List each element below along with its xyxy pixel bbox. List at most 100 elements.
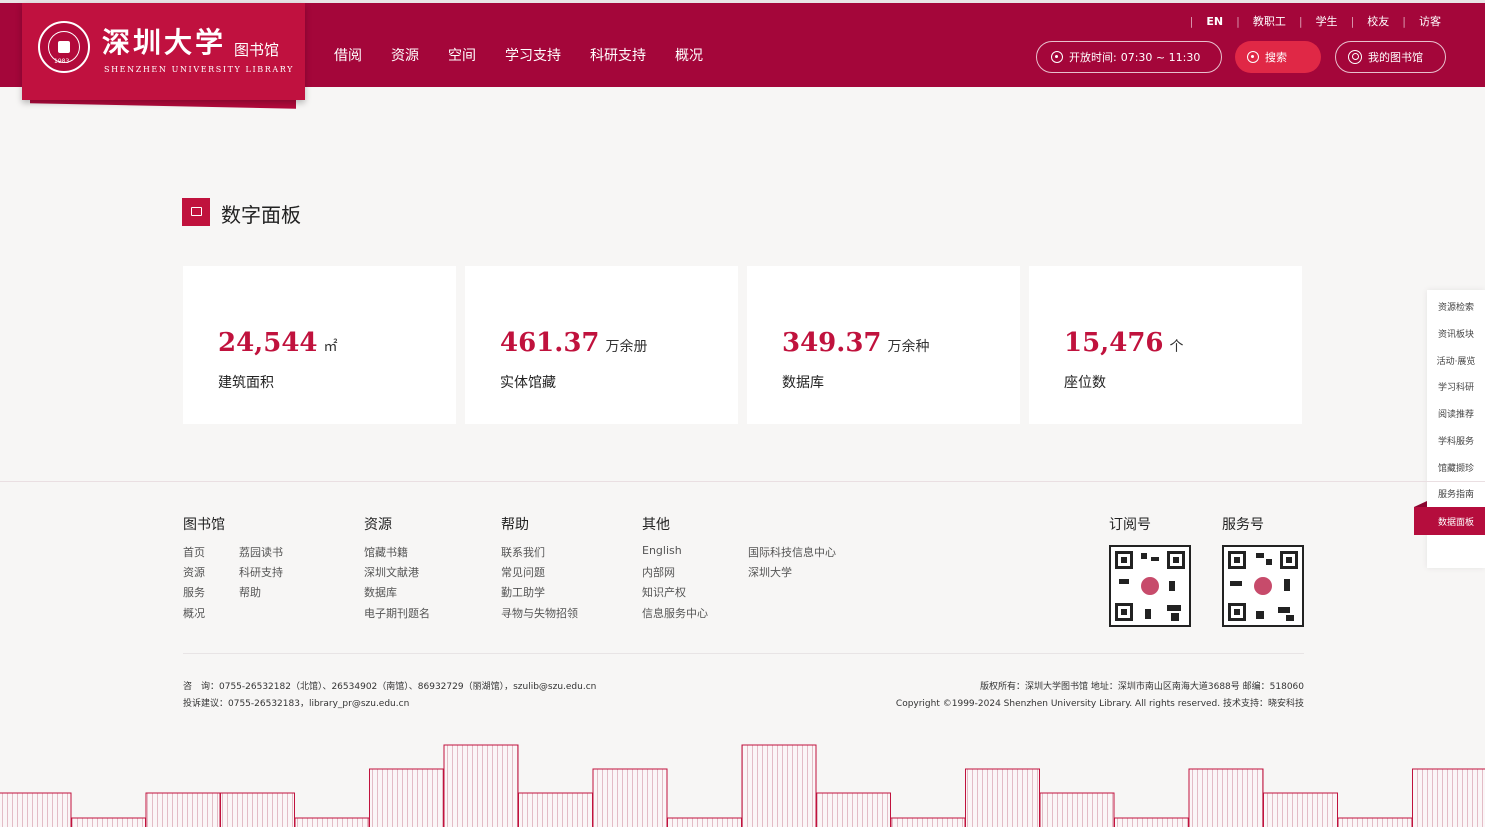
stat-label: 座位数 [1064, 375, 1106, 391]
role-en[interactable]: EN [1206, 15, 1223, 28]
stats-row: 24,544 ㎡ 建筑面积 461.37 万余册 实体馆藏 349.37 万余种 数据… [183, 266, 1302, 424]
library-logo[interactable]: 1983 深圳大学 图书馆 SHENZHEN UNIVERSITY LIBRAR… [22, 3, 305, 100]
nav-resources[interactable]: 资源 [391, 45, 419, 65]
my-library-label: 我的图书馆 [1368, 51, 1423, 64]
footer-complaint: 投诉建议：0755-26532183，library_pr@szu.edu.cn [183, 699, 410, 709]
search-icon [1247, 51, 1259, 63]
footer-divider [0, 481, 1485, 482]
footer-link-info-service[interactable]: 信息服务中心 [642, 605, 708, 621]
logo-chinese: 深圳大学 [102, 26, 227, 59]
side-item-resource-search[interactable]: 资源检索 [1427, 300, 1485, 313]
search-label: 搜索 [1265, 51, 1287, 64]
stat-value: 461.37 万余册 [500, 328, 648, 358]
footer-link-databases[interactable]: 数据库 [364, 584, 397, 600]
university-seal-icon: 1983 [38, 21, 90, 73]
stat-label: 实体馆藏 [500, 375, 556, 391]
side-item-subject-services[interactable]: 学科服务 [1427, 434, 1485, 447]
footer-link-english[interactable]: English [642, 544, 682, 557]
decoration-bar [890, 817, 966, 827]
footer-copyright: Copyright ©1999-2024 Shenzhen University… [895, 699, 1304, 709]
user-icon [1348, 50, 1362, 64]
stat-card-collection: 461.37 万余册 实体馆藏 [465, 266, 738, 424]
stat-unit: 个 [1169, 339, 1184, 355]
qr-service-title: 服务号 [1222, 517, 1264, 533]
footer-link-reading[interactable]: 荔园读书 [239, 544, 283, 560]
decoration-bar [369, 768, 444, 827]
decoration-bar [1263, 792, 1338, 827]
footer-link-research[interactable]: 科研支持 [239, 564, 283, 580]
role-alumni[interactable]: 校友 [1367, 13, 1389, 29]
logo-english: SHENZHEN UNIVERSITY LIBRARY [104, 65, 294, 74]
footer-link-help[interactable]: 帮助 [239, 584, 261, 600]
hours-value: 07:30 ~ 11:30 [1120, 50, 1201, 64]
side-item-news[interactable]: 资讯板块 [1427, 327, 1485, 340]
decoration-bar [741, 744, 817, 827]
main-nav: 借阅 资源 空间 学习支持 科研支持 概况 [334, 45, 732, 65]
role-visitor[interactable]: 访客 [1419, 13, 1441, 29]
decoration-bars [0, 744, 1485, 827]
footer-line [183, 653, 1304, 654]
logo-chinese-small: 图书馆 [234, 41, 280, 59]
seal-year: 1983 [54, 58, 70, 65]
search-button[interactable]: 搜索 [1235, 41, 1321, 73]
decoration-bar [1114, 817, 1189, 827]
footer-col-other-title: 其他 [642, 517, 670, 533]
footer-link-ejournals[interactable]: 电子期刊题名 [364, 605, 430, 621]
footer-link-intranet[interactable]: 内部网 [642, 564, 675, 580]
footer-link-ip[interactable]: 知识产权 [642, 584, 686, 600]
nav-learning-support[interactable]: 学习支持 [505, 45, 561, 65]
opening-hours-button[interactable]: 开放时间: 07:30 ~ 11:30 [1036, 41, 1222, 73]
footer-link-szu[interactable]: 深圳大学 [748, 564, 792, 580]
footer-col-resources-title: 资源 [364, 517, 392, 533]
footer-link-intl-sci-info[interactable]: 国际科技信息中心 [748, 544, 836, 560]
nav-space[interactable]: 空间 [448, 45, 476, 65]
hours-prefix: 开放时间: [1069, 51, 1117, 64]
footer-col-help-title: 帮助 [501, 517, 529, 533]
qr-subscription-title: 订阅号 [1109, 517, 1151, 533]
decoration-bar [1337, 817, 1413, 827]
decoration-bar [667, 817, 742, 827]
decoration-bar [1039, 792, 1115, 827]
footer-link-lost-found[interactable]: 寻物与失物招领 [501, 605, 578, 621]
decoration-bar [220, 792, 295, 827]
footer-link-books[interactable]: 馆藏书籍 [364, 544, 408, 560]
nav-overview[interactable]: 概况 [675, 45, 703, 65]
my-library-button[interactable]: 我的图书馆 [1335, 41, 1446, 73]
side-item-events[interactable]: 活动·展览 [1427, 354, 1485, 367]
stat-unit: ㎡ [323, 339, 338, 355]
role-student[interactable]: 学生 [1316, 13, 1338, 29]
decoration-bar [518, 792, 593, 827]
side-item-service-guide[interactable]: 服务指南 [1427, 487, 1485, 500]
decoration-bar [71, 817, 146, 827]
stat-label: 建筑面积 [218, 375, 274, 391]
nav-research-support[interactable]: 科研支持 [590, 45, 646, 65]
nav-borrow[interactable]: 借阅 [334, 45, 362, 65]
footer-link-contact[interactable]: 联系我们 [501, 544, 545, 560]
footer-link-work-study[interactable]: 勤工助学 [501, 584, 545, 600]
decoration-bar [965, 768, 1040, 827]
footer-link-sz-documents[interactable]: 深圳文献港 [364, 564, 419, 580]
decoration-bar [443, 744, 519, 827]
stat-value: 24,544 ㎡ [218, 328, 338, 358]
section-title: 数字面板 [221, 203, 301, 227]
qr-code-service [1222, 545, 1304, 627]
side-item-treasures[interactable]: 馆藏撷珍 [1427, 461, 1485, 474]
footer-link-resources[interactable]: 资源 [183, 564, 205, 580]
stat-value: 349.37 万余种 [782, 328, 930, 358]
side-item-study-research[interactable]: 学习科研 [1427, 380, 1485, 393]
footer-link-overview[interactable]: 概况 [183, 605, 205, 621]
footer-link-home[interactable]: 首页 [183, 544, 205, 560]
decoration-bar [592, 768, 668, 827]
footer-link-services[interactable]: 服务 [183, 584, 205, 600]
decoration-bar [0, 792, 72, 827]
side-item-dashboard-label: 数据面板 [1437, 518, 1474, 528]
footer-consult: 咨 询：0755-26532182（北馆）、26534902（南馆）、86932… [183, 682, 597, 692]
stat-unit: 万余册 [605, 339, 648, 355]
stat-card-area: 24,544 ㎡ 建筑面积 [183, 266, 456, 424]
role-faculty[interactable]: 教职工 [1253, 13, 1286, 29]
footer-link-faq[interactable]: 常见问题 [501, 564, 545, 580]
decoration-bar [1412, 768, 1485, 827]
side-item-reading[interactable]: 阅读推荐 [1427, 407, 1485, 420]
decoration-bar [1188, 768, 1264, 827]
stat-value: 15,476 个 [1064, 328, 1184, 358]
